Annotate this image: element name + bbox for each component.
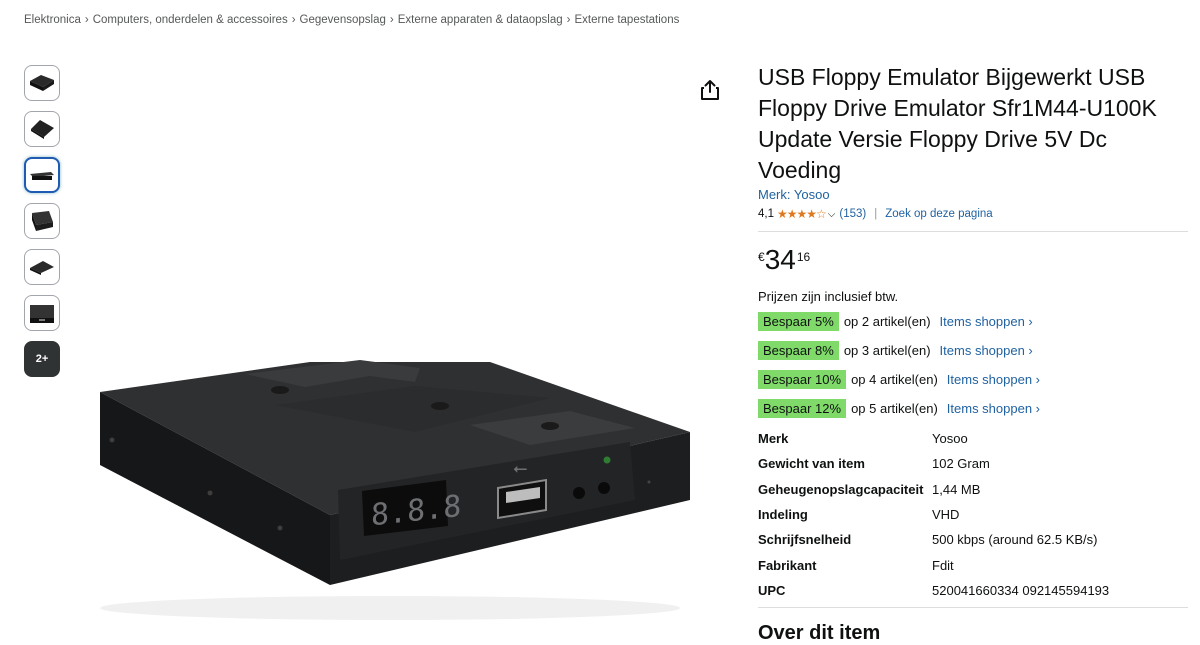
shop-items-link[interactable]: Items shoppen › bbox=[947, 372, 1040, 387]
breadcrumb-item-electronics[interactable]: Elektronica bbox=[24, 14, 81, 26]
thumbnail-strip: 2+ bbox=[24, 65, 64, 387]
spec-key: Merk bbox=[758, 431, 789, 447]
breadcrumb-item-external-devices[interactable]: Externe apparaten & dataopslag bbox=[398, 14, 563, 26]
spec-key: Gewicht van item bbox=[758, 456, 865, 472]
divider: | bbox=[874, 208, 878, 220]
thumbnail-1[interactable] bbox=[24, 65, 60, 101]
breadcrumb-separator: › bbox=[291, 14, 296, 26]
promo-row: Bespaar 5% op 2 artikel(en) Items shoppe… bbox=[758, 309, 1188, 333]
discount-badge: Bespaar 5% bbox=[758, 311, 839, 331]
shop-items-link[interactable]: Items shoppen › bbox=[940, 314, 1033, 329]
divider-line bbox=[758, 607, 1188, 609]
spec-value: 500 kbps (around 62.5 KB/s) bbox=[932, 532, 1098, 548]
specs-table: Merk Yosoo Gewicht van item 102 Gram Geheu… bbox=[758, 426, 1109, 603]
review-count-link[interactable]: (153) bbox=[839, 208, 866, 220]
tax-note: Prijzen zijn inclusief btw. bbox=[758, 289, 899, 304]
brand-link[interactable]: Merk: Yosoo bbox=[758, 187, 1188, 202]
search-page-link[interactable]: Zoek op deze pagina bbox=[885, 208, 992, 220]
spec-row: Indeling VHD bbox=[758, 502, 1109, 527]
main-product-image[interactable]: 8.8.8 ⭠ bbox=[70, 60, 725, 634]
spec-value: 520041660334 092145594193 bbox=[932, 582, 1110, 598]
promo-text: op 4 artikel(en) bbox=[851, 371, 938, 387]
chevron-down-icon[interactable]: ⌵ bbox=[828, 209, 836, 220]
promo-row: Bespaar 12% op 5 artikel(en) Items shopp… bbox=[758, 396, 1188, 420]
spec-value: 1,44 MB bbox=[932, 481, 981, 497]
more-images-button[interactable]: 2+ bbox=[24, 341, 60, 377]
divider-line bbox=[758, 231, 1188, 232]
rating-row: 4,1 ★★★★☆ ⌵ (153) | Zoek op deze pagina bbox=[758, 207, 1188, 221]
thumbnail-4[interactable] bbox=[24, 203, 60, 239]
promo-row: Bespaar 10% op 4 artikel(en) Items shopp… bbox=[758, 367, 1188, 391]
thumbnail-6[interactable] bbox=[24, 295, 60, 331]
breadcrumb-item-tape-stations[interactable]: Externe tapestations bbox=[575, 14, 680, 26]
spec-row: Gewicht van item 102 Gram bbox=[758, 451, 1109, 476]
product-title: USB Floppy Emulator Bijgewerkt USB Flopp… bbox=[758, 64, 1157, 183]
promo-text: op 3 artikel(en) bbox=[843, 342, 931, 358]
price-whole: 34 bbox=[764, 244, 796, 275]
rating-value: 4,1 bbox=[758, 208, 774, 220]
spec-value: Yosoo bbox=[932, 431, 968, 447]
thumbnail-2[interactable] bbox=[24, 111, 60, 147]
shop-items-link[interactable]: Items shoppen › bbox=[947, 401, 1040, 416]
breadcrumb-item-storage[interactable]: Gegevensopslag bbox=[300, 14, 386, 26]
spec-key: Indeling bbox=[758, 507, 808, 523]
discount-badge: Bespaar 12% bbox=[758, 398, 847, 418]
promo-text: op 2 artikel(en) bbox=[843, 313, 931, 329]
breadcrumb-item-computers[interactable]: Computers, onderdelen & accessoires bbox=[93, 14, 288, 26]
spec-row: Geheugenopslagcapaciteit 1,44 MB bbox=[758, 477, 1109, 502]
product-details: USB Floppy Emulator Bijgewerkt USB Flopp… bbox=[758, 62, 1188, 645]
price-currency: € bbox=[758, 250, 765, 264]
thumbnail-3-selected[interactable] bbox=[24, 157, 60, 193]
breadcrumb-separator: › bbox=[389, 14, 394, 26]
spec-key: UPC bbox=[758, 582, 786, 598]
breadcrumb-separator: › bbox=[84, 14, 89, 26]
spec-value: 102 Gram bbox=[932, 456, 990, 472]
star-rating-icon[interactable]: ★★★★☆ bbox=[777, 207, 827, 221]
promo-row: Bespaar 8% op 3 artikel(en) Items shoppe… bbox=[758, 338, 1188, 362]
spec-key: Schrijfsnelheid bbox=[758, 532, 852, 548]
shop-items-link[interactable]: Items shoppen › bbox=[940, 343, 1033, 358]
share-icon[interactable] bbox=[698, 78, 722, 102]
thumbnail-5[interactable] bbox=[24, 249, 60, 285]
spec-row: Fabrikant Fdit bbox=[758, 552, 1109, 577]
price-fraction: 16 bbox=[796, 250, 811, 264]
spec-row: Merk Yosoo bbox=[758, 426, 1109, 451]
discount-badge: Bespaar 10% bbox=[758, 369, 847, 389]
spec-row: Schrijfsnelheid 500 kbps (around 62.5 KB/… bbox=[758, 527, 1109, 552]
spec-value: VHD bbox=[932, 507, 960, 523]
discount-badge: Bespaar 8% bbox=[758, 340, 839, 360]
spec-value: Fdit bbox=[932, 557, 954, 573]
breadcrumb: Elektronica › Computers, onderdelen & acce… bbox=[24, 14, 679, 26]
spec-key: Fabrikant bbox=[758, 557, 817, 573]
spec-key: Geheugenopslagcapaciteit bbox=[758, 481, 924, 497]
promo-text: op 5 artikel(en) bbox=[851, 400, 938, 416]
usb-symbol-icon: ⭠ bbox=[513, 458, 527, 478]
price: € 34 16 bbox=[758, 246, 1188, 274]
spec-row: UPC 520041660334 092145594193 bbox=[758, 578, 1109, 603]
breadcrumb-separator: › bbox=[566, 14, 571, 26]
